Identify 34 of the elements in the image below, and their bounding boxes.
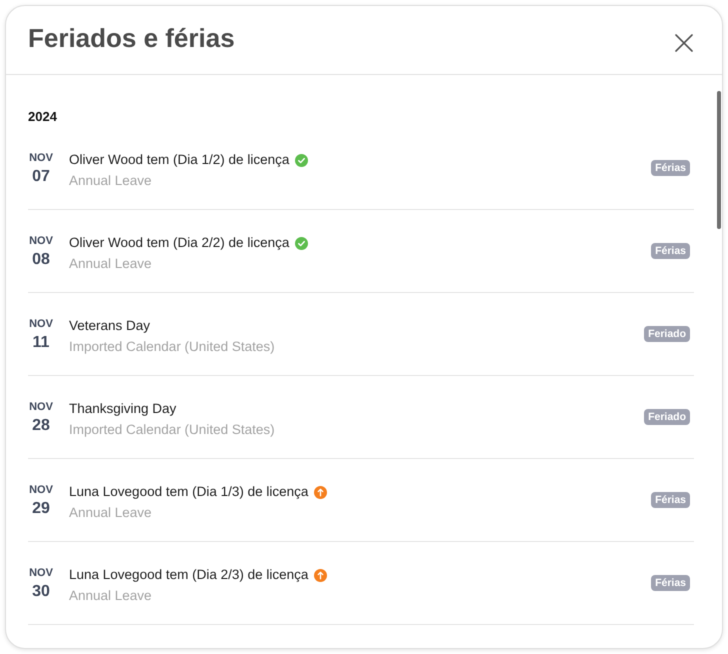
- event-day: 28: [32, 416, 50, 436]
- close-icon: [675, 34, 693, 52]
- event-month: NOV: [29, 151, 53, 165]
- event-month: NOV: [29, 317, 53, 331]
- event-type-tag: Férias: [651, 243, 690, 259]
- event-month: NOV: [29, 234, 53, 248]
- event-type-tag: Férias: [651, 492, 690, 508]
- event-subtitle: Annual Leave: [69, 255, 152, 273]
- event-type-tag: Feriado: [644, 326, 690, 342]
- event-month: NOV: [29, 400, 53, 414]
- year-heading: 2024: [28, 109, 57, 125]
- event-day: 07: [32, 167, 50, 187]
- dialog-title: Feriados e férias: [28, 23, 235, 54]
- event-subtitle: Imported Calendar (United States): [69, 338, 275, 356]
- event-day: 29: [32, 499, 50, 519]
- event-month: NOV: [29, 483, 53, 497]
- event-title: Luna Lovegood tem (Dia 2/3) de licença: [69, 566, 308, 584]
- event-type-tag: Férias: [651, 160, 690, 176]
- event-subtitle: Annual Leave: [69, 172, 152, 190]
- event-subtitle: Imported Calendar (United States): [69, 421, 275, 439]
- event-subtitle: Annual Leave: [69, 504, 152, 522]
- event-day: 30: [32, 582, 50, 602]
- event-title: Oliver Wood tem (Dia 1/2) de licença: [69, 151, 290, 169]
- event-day: 08: [32, 250, 50, 270]
- event-title: Thanksgiving Day: [69, 400, 176, 418]
- event-title: Oliver Wood tem (Dia 2/2) de licença: [69, 234, 290, 252]
- event-day: 11: [32, 333, 50, 353]
- event-subtitle: Annual Leave: [69, 587, 152, 605]
- event-title: Luna Lovegood tem (Dia 1/3) de licença: [69, 483, 308, 501]
- event-month: NOV: [29, 566, 53, 580]
- event-type-tag: Feriado: [644, 409, 690, 425]
- event-title: Veterans Day: [69, 317, 150, 335]
- event-type-tag: Férias: [651, 575, 690, 591]
- scrollbar-thumb[interactable]: [717, 91, 721, 229]
